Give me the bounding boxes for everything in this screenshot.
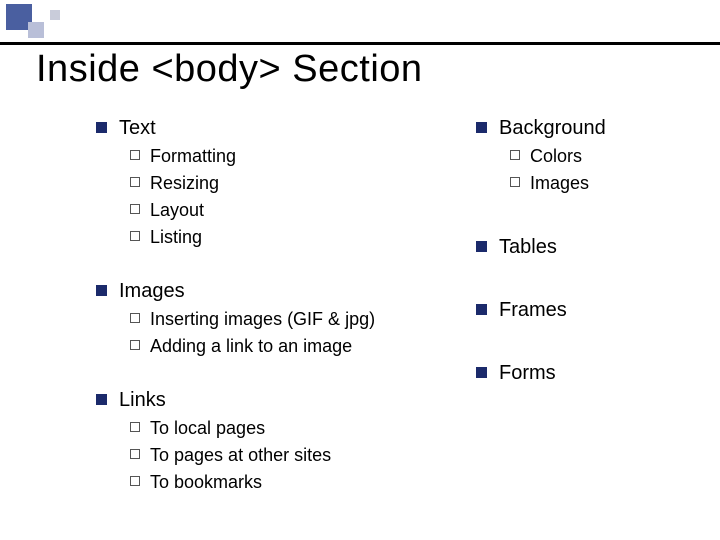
square-bullet-icon [476, 367, 487, 378]
slide-title: Inside <body> Section [36, 48, 423, 91]
topic-frames: Frames [476, 298, 676, 323]
horizontal-rule [0, 42, 720, 45]
topic-label: Tables [499, 235, 557, 260]
deco-square-medium [28, 22, 44, 38]
sub-item: Adding a link to an image [130, 333, 466, 360]
topic-label: Text [119, 116, 156, 141]
topic-tables: Tables [476, 235, 676, 260]
open-box-icon [130, 313, 140, 323]
sub-item: To local pages [130, 415, 466, 442]
square-bullet-icon [96, 122, 107, 133]
sub-item: Inserting images (GIF & jpg) [130, 306, 466, 333]
sub-item: Resizing [130, 170, 466, 197]
sub-item: Listing [130, 224, 466, 251]
open-box-icon [130, 150, 140, 160]
sub-item: To bookmarks [130, 469, 466, 496]
topic-forms: Forms [476, 361, 676, 386]
open-box-icon [130, 340, 140, 350]
square-bullet-icon [476, 241, 487, 252]
topic-label: Images [119, 279, 185, 304]
topic-images: Images Inserting images (GIF & jpg) Addi… [96, 279, 466, 360]
sub-item: Images [510, 170, 676, 197]
topic-label: Links [119, 388, 166, 413]
open-box-icon [130, 177, 140, 187]
sub-item: Formatting [130, 143, 466, 170]
topic-label: Background [499, 116, 606, 141]
square-bullet-icon [96, 285, 107, 296]
topic-label: Frames [499, 298, 567, 323]
slide-decoration [0, 0, 720, 46]
open-box-icon [510, 150, 520, 160]
open-box-icon [130, 476, 140, 486]
topic-background: Background Colors Images [476, 116, 676, 197]
open-box-icon [130, 204, 140, 214]
square-bullet-icon [476, 304, 487, 315]
open-box-icon [510, 177, 520, 187]
topic-links: Links To local pages To pages at other s… [96, 388, 466, 496]
square-bullet-icon [476, 122, 487, 133]
open-box-icon [130, 449, 140, 459]
open-box-icon [130, 231, 140, 241]
sub-item: To pages at other sites [130, 442, 466, 469]
open-box-icon [130, 422, 140, 432]
square-bullet-icon [96, 394, 107, 405]
sub-item: Layout [130, 197, 466, 224]
sub-item: Colors [510, 143, 676, 170]
topic-label: Forms [499, 361, 556, 386]
deco-square-small [50, 10, 60, 20]
topic-text: Text Formatting Resizing Layout Listing [96, 116, 466, 251]
